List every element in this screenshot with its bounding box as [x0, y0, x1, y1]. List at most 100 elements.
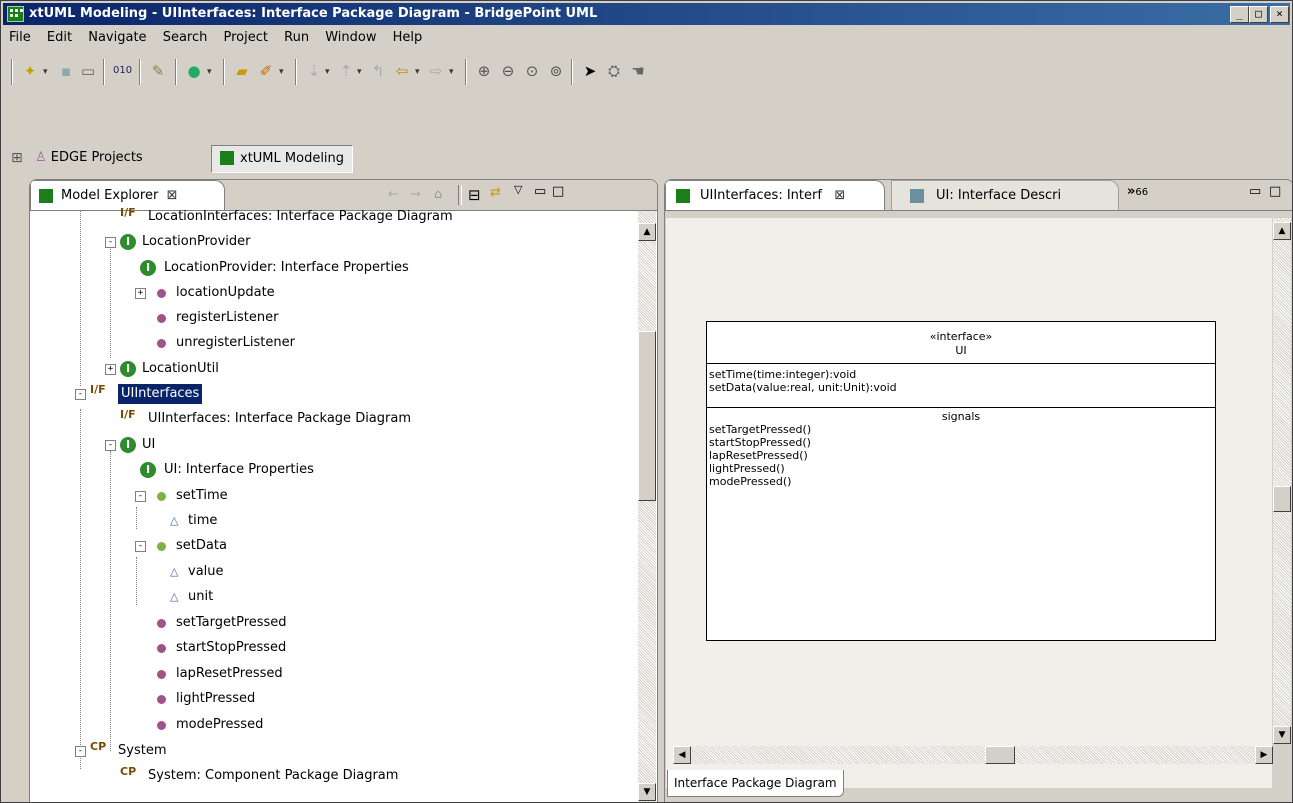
new-icon[interactable]: ✦ — [21, 62, 39, 80]
tree-item[interactable]: lightPressed — [152, 687, 255, 711]
save-icon[interactable]: ▪ — [57, 62, 75, 80]
chevron-down-icon[interactable]: ▾ — [325, 68, 333, 77]
wand-icon[interactable]: ✎ — [149, 62, 167, 80]
tree-item[interactable]: I UI: Interface Properties — [140, 458, 314, 482]
chevron-down-icon[interactable]: ▾ — [357, 68, 365, 77]
tree-item[interactable]: registerListener — [152, 306, 278, 330]
zoom-out-icon[interactable]: ⊖ — [499, 62, 517, 80]
home-icon[interactable]: ⌂ — [434, 187, 442, 202]
pencil-icon[interactable]: ✐ — [257, 62, 275, 80]
next-annotation-icon[interactable]: ⇣ — [305, 62, 323, 80]
close-icon[interactable]: ⊠ — [826, 188, 845, 203]
tree-item[interactable]: startStopPressed — [152, 636, 286, 660]
tree-item[interactable]: I/F UIInterfaces — [90, 382, 203, 406]
print-icon[interactable]: ▭ — [79, 62, 97, 80]
maximize-button[interactable]: □ — [1249, 6, 1268, 23]
link-editor-icon[interactable]: ⇄ — [490, 185, 501, 200]
scroll-up-icon[interactable]: ▲ — [1273, 222, 1291, 240]
binary-icon[interactable]: 010 — [113, 62, 132, 80]
hand-icon[interactable]: ☚ — [629, 62, 647, 80]
tab-uiinterfaces-diagram[interactable]: UIInterfaces: Interf ⊠ — [665, 180, 885, 210]
back-arrow-icon[interactable]: ⇦ — [393, 62, 411, 80]
collapse-icon[interactable]: - — [75, 746, 86, 757]
tree-item[interactable]: I LocationProvider: Interface Properties — [140, 256, 409, 280]
minimize-view-icon[interactable]: ▭ — [1249, 184, 1261, 199]
minimize-view-icon[interactable]: ▭ — [534, 184, 546, 199]
chevron-down-icon[interactable]: ▾ — [415, 68, 423, 77]
scroll-right-icon[interactable]: ▶ — [1255, 746, 1273, 764]
menu-edit[interactable]: Edit — [41, 27, 78, 48]
scrollbar-thumb[interactable] — [638, 331, 656, 501]
maximize-view-icon[interactable]: □ — [552, 184, 564, 199]
tree-item[interactable]: CP System — [90, 739, 166, 763]
uml-interface-ui[interactable]: «interface» UI setTime(time:integer):voi… — [706, 321, 1216, 641]
tree-item[interactable]: unregisterListener — [152, 331, 295, 355]
tree-item[interactable]: △ value — [170, 560, 224, 584]
scroll-down-icon[interactable]: ▼ — [638, 783, 656, 801]
tab-overflow-button[interactable]: »66 — [1127, 184, 1148, 199]
tree-item[interactable]: setTime — [152, 484, 228, 508]
run-icon[interactable]: ● — [185, 62, 203, 80]
tree-item[interactable]: CP System: Component Package Diagram — [120, 764, 398, 788]
tree-item[interactable]: △ time — [170, 509, 217, 533]
menu-window[interactable]: Window — [319, 27, 382, 48]
minimize-button[interactable]: _ — [1230, 6, 1249, 23]
perspective-xtuml-modeling[interactable]: xtUML Modeling — [211, 145, 354, 173]
tree-item[interactable]: I/F UIInterfaces: Interface Package Diag… — [120, 407, 411, 431]
tree-item[interactable]: I/F LocationInterfaces: Interface Packag… — [120, 205, 453, 229]
menu-project[interactable]: Project — [218, 27, 274, 48]
tree-item[interactable]: △ unit — [170, 585, 213, 609]
collapse-icon[interactable]: - — [105, 237, 116, 248]
prev-annotation-icon[interactable]: ⇡ — [337, 62, 355, 80]
tree-item[interactable]: locationUpdate — [152, 281, 275, 305]
last-edit-icon[interactable]: ↰ — [369, 62, 387, 80]
canvas-vertical-scrollbar[interactable]: ▲ ▼ — [1273, 218, 1291, 744]
canvas-horizontal-scrollbar[interactable]: ◀ ▶ — [673, 746, 1273, 764]
chevron-down-icon[interactable]: ▾ — [207, 68, 215, 77]
title-bar[interactable]: xtUML Modeling - UIInterfaces: Interface… — [3, 3, 1290, 25]
menu-search[interactable]: Search — [157, 27, 214, 48]
tree-item[interactable]: I LocationUtil — [120, 357, 219, 381]
expand-icon[interactable]: + — [135, 288, 146, 299]
close-button[interactable]: × — [1270, 6, 1289, 23]
menu-help[interactable]: Help — [387, 27, 429, 48]
open-folder-icon[interactable]: ▰ — [233, 62, 251, 80]
perspective-edge-projects[interactable]: ♙ EDGE Projects — [35, 145, 143, 171]
collapse-icon[interactable]: - — [105, 440, 116, 451]
expand-icon[interactable]: + — [105, 364, 116, 375]
maximize-view-icon[interactable]: □ — [1269, 184, 1281, 199]
tab-ui-interface-description[interactable]: UI: Interface Descri — [891, 180, 1119, 210]
close-icon[interactable]: ⊠ — [162, 188, 178, 203]
chevron-down-icon[interactable]: ▾ — [449, 68, 457, 77]
collapse-icon[interactable]: - — [135, 541, 146, 552]
menu-run[interactable]: Run — [278, 27, 315, 48]
menu-navigate[interactable]: Navigate — [82, 27, 152, 48]
collapse-icon[interactable]: - — [135, 491, 146, 502]
zoom-selection-icon[interactable]: ⊚ — [547, 62, 565, 80]
tree-item[interactable]: modePressed — [152, 713, 263, 737]
scroll-left-icon[interactable]: ◀ — [673, 746, 691, 764]
chevron-down-icon[interactable]: ▾ — [279, 68, 287, 77]
forward-arrow-icon[interactable]: ⇨ — [427, 62, 445, 80]
pointer-icon[interactable]: ➤ — [581, 62, 599, 80]
tree-item[interactable]: I UI — [120, 433, 155, 457]
forward-arrow-icon[interactable]: → — [410, 187, 421, 202]
scroll-up-icon[interactable]: ▲ — [638, 223, 656, 241]
zoom-in-icon[interactable]: ⊕ — [475, 62, 493, 80]
open-perspective-icon[interactable]: ⊞ — [11, 150, 23, 166]
tool-icon[interactable]: ⛭ — [605, 62, 623, 80]
tree-item[interactable]: setTargetPressed — [152, 611, 287, 635]
menu-file[interactable]: File — [3, 27, 37, 48]
scrollbar-thumb[interactable] — [985, 746, 1015, 764]
tree-item[interactable]: setData — [152, 534, 227, 558]
collapse-icon[interactable]: - — [75, 389, 86, 400]
tree-vertical-scrollbar[interactable]: ▲ ▼ — [638, 211, 656, 802]
tree-item[interactable]: I LocationProvider — [120, 230, 251, 254]
back-arrow-icon[interactable]: ← — [388, 187, 399, 202]
scrollbar-thumb[interactable] — [1273, 486, 1291, 512]
scroll-down-icon[interactable]: ▼ — [1273, 726, 1291, 744]
tree-item[interactable]: lapResetPressed — [152, 662, 283, 686]
view-menu-icon[interactable]: ▽ — [514, 183, 522, 196]
zoom-page-icon[interactable]: ⊙ — [523, 62, 541, 80]
collapse-all-icon[interactable]: ⊟ — [468, 186, 481, 204]
